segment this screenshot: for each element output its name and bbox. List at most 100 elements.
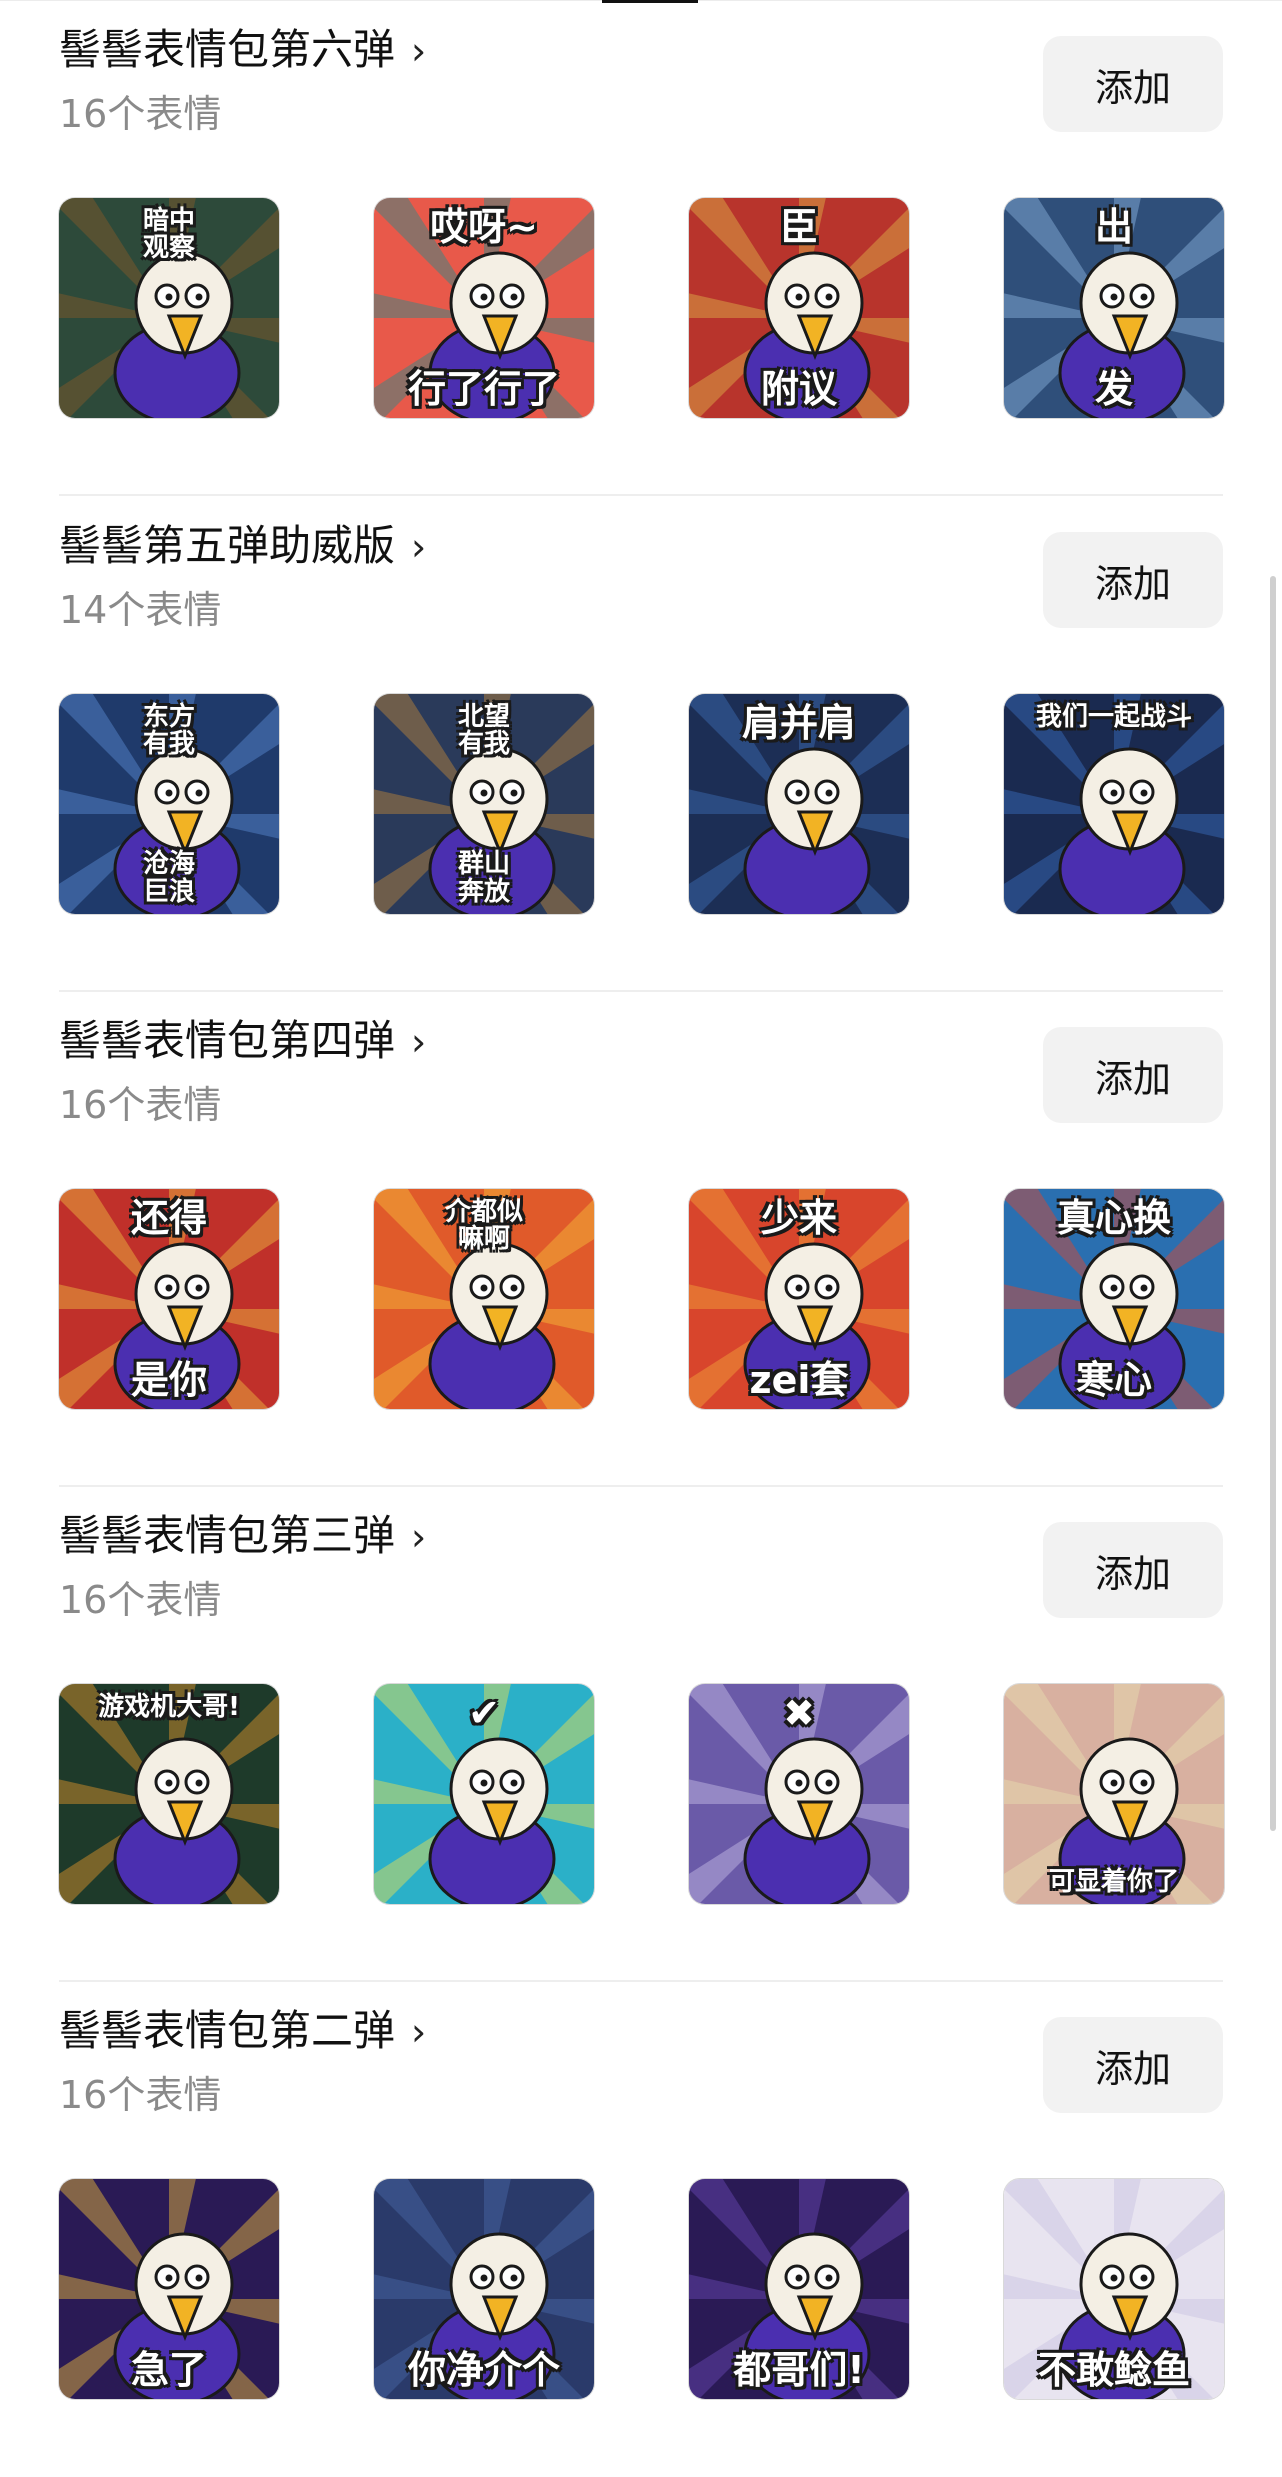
sticker-thumbnail[interactable]: 少来 zei套 xyxy=(689,1189,909,1409)
sticker-thumbnail[interactable]: 游戏机大哥! xyxy=(59,1684,279,1904)
bird-pupil xyxy=(165,2274,173,2282)
sticker-caption-bottom: 行了行了 xyxy=(407,367,560,412)
sticker-thumbnail[interactable]: 臣附议 xyxy=(689,198,909,418)
pack-title-text: 髻髻第五弹助威版 xyxy=(59,521,396,570)
sticker-preview-row: 东方 有我 沧海 巨浪 北望 有我 群山 奔放 肩并肩 我们一起战斗 xyxy=(59,694,1224,914)
add-pack-button[interactable]: 添加 xyxy=(1043,1027,1223,1123)
bird-pupil xyxy=(195,2274,203,2282)
sticker-pack: 髻髻表情包第四弹 › 16个表情 添加还得是你 介都似 嘛啊 少来 zei套 真心换 寒心 xyxy=(59,991,1224,1487)
chevron-right-icon: › xyxy=(411,29,427,73)
bird-pupil xyxy=(825,2274,833,2282)
pack-title-text: 髻髻表情包第二弹 xyxy=(59,2006,396,2055)
chevron-right-icon: › xyxy=(411,525,427,569)
bird-pupil xyxy=(510,1284,518,1292)
sticker-caption-top: 出 xyxy=(1094,205,1133,249)
bird-pupil xyxy=(195,1779,203,1787)
bird-pupil xyxy=(480,789,488,797)
sticker-thumbnail[interactable]: 都哥们! xyxy=(689,2179,909,2399)
bird-pupil xyxy=(1110,789,1118,797)
sticker-preview-row: 还得是你 介都似 嘛啊 少来 zei套 真心换 寒心 xyxy=(59,1189,1224,1409)
sticker-count: 14个表情 xyxy=(59,588,222,632)
add-pack-button[interactable]: 添加 xyxy=(1043,532,1223,628)
add-pack-button[interactable]: 添加 xyxy=(1043,2017,1223,2113)
sticker-caption-top: 肩并肩 xyxy=(741,701,856,745)
pack-title-link[interactable]: 髻髻表情包第六弹 › xyxy=(59,22,426,79)
sticker-thumbnail[interactable]: 东方 有我 沧海 巨浪 xyxy=(59,694,279,914)
sticker-caption-bottom: 是你 xyxy=(130,1358,207,1403)
sticker-caption-top: 东方 有我 xyxy=(142,702,195,760)
sticker-pack: 髻髻表情包第二弹 › 16个表情 添加 急了 你净介个 都哥们! 不敢鲶鱼 xyxy=(59,1981,1224,2477)
sticker-caption-top: 介都似 嘛啊 xyxy=(444,1197,523,1255)
sticker-thumbnail[interactable]: 可显着你了 xyxy=(1004,1684,1224,1904)
sticker-caption-bottom: 不敢鲶鱼 xyxy=(1037,2348,1190,2393)
bird-pupil xyxy=(510,1779,518,1787)
bird-pupil xyxy=(165,293,173,301)
sticker-thumbnail[interactable]: 介都似 嘛啊 xyxy=(374,1189,594,1409)
chevron-right-icon: › xyxy=(411,2010,427,2054)
sticker-thumbnail[interactable]: 北望 有我 群山 奔放 xyxy=(374,694,594,914)
sticker-thumbnail[interactable]: 出发 xyxy=(1004,198,1224,418)
sticker-caption-top: ✖ xyxy=(783,1691,815,1735)
bird-pupil xyxy=(480,1284,488,1292)
bird-pupil xyxy=(195,293,203,301)
bird-pupil xyxy=(1140,293,1148,301)
sticker-pack: 髻髻第五弹助威版 › 14个表情 添加东方 有我 沧海 巨浪 北望 有我 群山 奔放 肩并肩 我… xyxy=(59,496,1224,992)
sticker-thumbnail[interactable]: 还得 是你 xyxy=(59,1189,279,1409)
sticker-thumbnail[interactable]: 哎呀~ 行了行了 xyxy=(374,198,594,418)
sticker-count: 16个表情 xyxy=(59,1083,222,1127)
bird-pupil xyxy=(480,2274,488,2282)
bird-pupil xyxy=(795,2274,803,2282)
add-pack-button[interactable]: 添加 xyxy=(1043,36,1223,132)
bird-pupil xyxy=(1140,789,1148,797)
chevron-right-icon: › xyxy=(411,1515,427,1559)
sticker-caption-top: 哎呀~ xyxy=(430,205,538,249)
pack-title-text: 髻髻表情包第三弹 xyxy=(59,1511,396,1560)
bird-pupil xyxy=(165,789,173,797)
pack-title-link[interactable]: 髻髻表情包第二弹 › xyxy=(59,2003,426,2060)
chevron-right-icon: › xyxy=(411,1020,427,1064)
sticker-caption-top: 臣 xyxy=(779,205,818,249)
bird-pupil xyxy=(510,789,518,797)
sticker-thumbnail[interactable]: 暗中 观察 xyxy=(59,198,279,418)
bird-pupil xyxy=(480,293,488,301)
sticker-caption-bottom: 急了 xyxy=(130,2348,207,2393)
sticker-caption-top: 少来 xyxy=(760,1196,837,1240)
bird-pupil xyxy=(480,1779,488,1787)
pack-title-link[interactable]: 髻髻表情包第四弹 › xyxy=(59,1013,426,1070)
sticker-count: 16个表情 xyxy=(59,1578,222,1622)
sticker-thumbnail[interactable]: 不敢鲶鱼 xyxy=(1004,2179,1224,2399)
sticker-thumbnail[interactable]: ✔ xyxy=(374,1684,594,1904)
bird-pupil xyxy=(1140,2274,1148,2282)
sticker-thumbnail[interactable]: 真心换 寒心 xyxy=(1004,1189,1224,1409)
sticker-thumbnail[interactable]: 急了 xyxy=(59,2179,279,2399)
bird-pupil xyxy=(195,789,203,797)
sticker-thumbnail[interactable]: 你净介个 xyxy=(374,2179,594,2399)
bird-pupil xyxy=(795,1779,803,1787)
sticker-caption-bottom: 可显着你了 xyxy=(1048,1866,1179,1897)
sticker-caption-bottom: 都哥们! xyxy=(733,2348,865,2393)
sticker-caption-top: 北望 有我 xyxy=(457,702,510,760)
sticker-preview-row: 暗中 观察 哎呀~ 行了行了臣附议出发 xyxy=(59,198,1224,418)
sticker-preview-row: 急了 你净介个 都哥们! 不敢鲶鱼 xyxy=(59,2179,1224,2399)
bird-pupil xyxy=(825,1284,833,1292)
sticker-thumbnail[interactable]: 我们一起战斗 xyxy=(1004,694,1224,914)
sticker-thumbnail[interactable]: ✖ xyxy=(689,1684,909,1904)
sticker-caption-top: 真心换 xyxy=(1056,1196,1171,1240)
add-pack-button[interactable]: 添加 xyxy=(1043,1522,1223,1618)
sticker-thumbnail[interactable]: 肩并肩 xyxy=(689,694,909,914)
bird-pupil xyxy=(510,2274,518,2282)
scrollbar[interactable] xyxy=(1270,576,1276,1831)
bird-pupil xyxy=(165,1779,173,1787)
sticker-caption-bottom: 附议 xyxy=(760,367,837,412)
sticker-caption-top: 还得 xyxy=(130,1196,207,1240)
bird-pupil xyxy=(1140,1284,1148,1292)
sticker-caption-top: 我们一起战斗 xyxy=(1035,702,1192,732)
bird-pupil xyxy=(795,789,803,797)
sticker-caption-bottom: 发 xyxy=(1094,367,1133,412)
pack-title-link[interactable]: 髻髻第五弹助威版 › xyxy=(59,518,426,575)
bird-pupil xyxy=(825,293,833,301)
pack-title-link[interactable]: 髻髻表情包第三弹 › xyxy=(59,1508,426,1565)
bird-pupil xyxy=(825,789,833,797)
sticker-caption-top: ✔ xyxy=(468,1691,500,1735)
pack-title-text: 髻髻表情包第四弹 xyxy=(59,1016,396,1065)
